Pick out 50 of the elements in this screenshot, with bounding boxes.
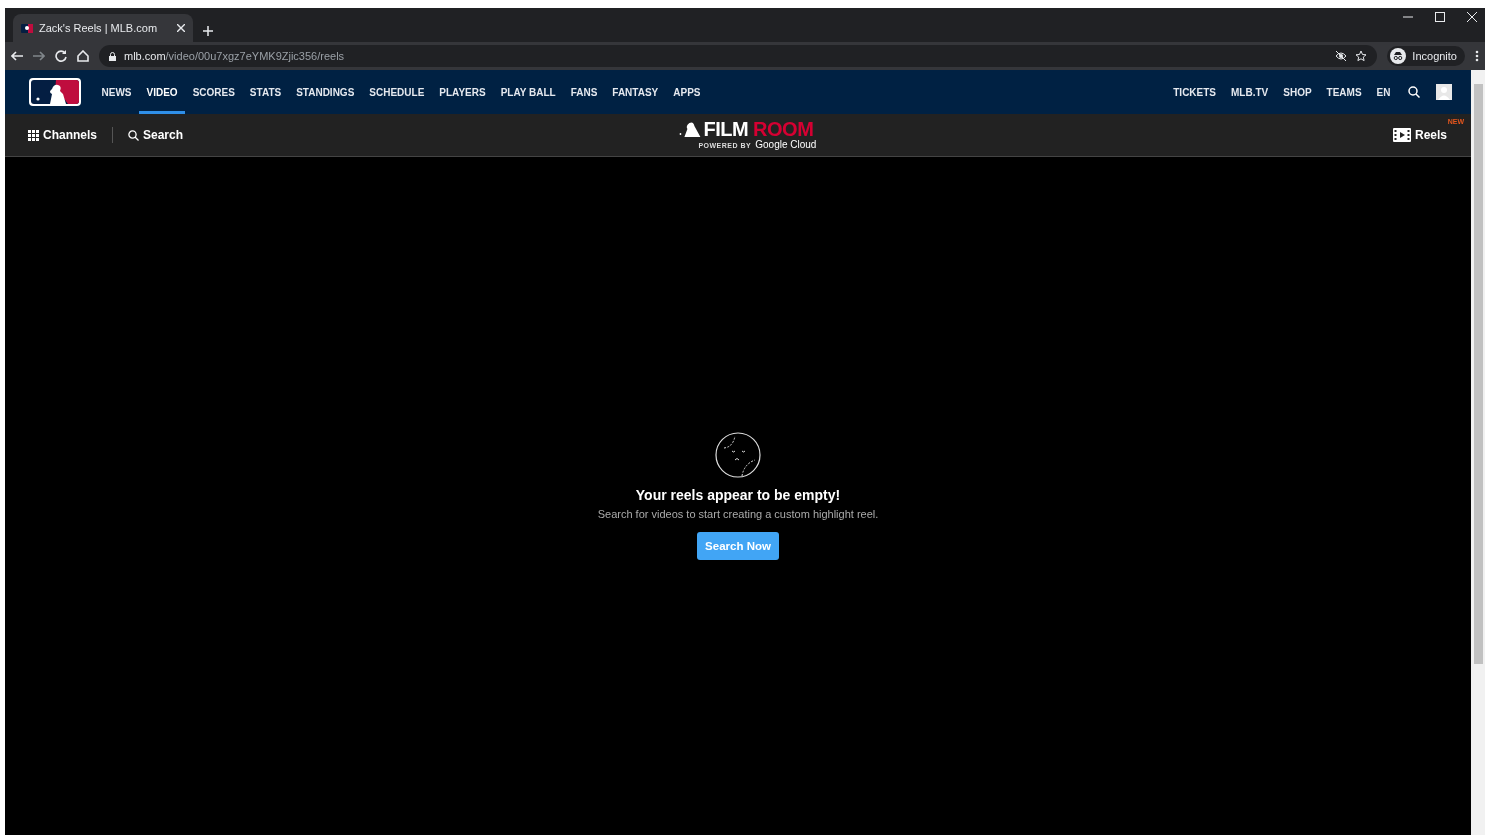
film-icon [1392, 128, 1411, 142]
empty-message: Search for videos to start creating a custom highlight reel. [597, 508, 879, 520]
new-tab-icon[interactable] [203, 26, 213, 36]
close-icon[interactable] [177, 24, 185, 32]
nav-tab[interactable]: SCORES [185, 70, 243, 114]
address-bar[interactable]: mlb.com/video/00u7xgz7eYMK9Zjic356/reels [99, 45, 1378, 67]
cloud-text: Google Cloud [755, 139, 817, 150]
star-icon[interactable] [1355, 50, 1368, 62]
channels-button[interactable]: Channels [28, 128, 97, 142]
nav-tab[interactable]: SCHEDULE [361, 70, 432, 114]
nav-tab[interactable]: FANTASY [604, 70, 666, 114]
close-icon[interactable] [1467, 12, 1477, 22]
url-domain: mlb.com [124, 50, 166, 62]
profile-label: Incognito [1412, 50, 1457, 62]
nav-link[interactable]: TICKETS [1165, 70, 1224, 114]
grid-icon [28, 129, 39, 141]
nav-tab[interactable]: PLAYERS [431, 70, 494, 114]
incognito-icon [1390, 48, 1407, 64]
sad-baseball-icon [715, 432, 761, 478]
site-favicon [21, 23, 33, 33]
nav-link[interactable]: MLB.TV [1223, 70, 1276, 114]
nav-tab[interactable]: STATS [242, 70, 289, 114]
nav-tab[interactable]: FANS [563, 70, 605, 114]
nav-link[interactable]: EN [1369, 70, 1398, 114]
menu-icon[interactable] [1475, 50, 1479, 62]
search-icon [128, 129, 139, 141]
search-button[interactable]: Search [128, 128, 184, 142]
home-icon[interactable] [77, 50, 89, 62]
batter-icon [679, 121, 702, 137]
nav-tab[interactable]: PLAY BALL [493, 70, 564, 114]
nav-link[interactable]: SHOP [1275, 70, 1320, 114]
reload-icon[interactable] [55, 50, 67, 62]
nav-link[interactable]: TEAMS [1319, 70, 1370, 114]
lock-icon [109, 51, 116, 61]
scrollbar[interactable] [1471, 70, 1485, 835]
profile-button[interactable]: Incognito [1387, 46, 1465, 66]
nav-tab[interactable]: APPS [665, 70, 708, 114]
logo-text: ROOM [753, 119, 814, 139]
back-arrow-icon[interactable] [11, 51, 23, 61]
maximize-icon[interactable] [1435, 12, 1445, 22]
browser-tab[interactable]: Zack's Reels | MLB.com [13, 14, 193, 42]
tab-title: Zack's Reels | MLB.com [39, 22, 159, 34]
nav-tab[interactable]: NEWS [94, 70, 139, 114]
url-path: /video/00u7xgz7eYMK9Zjic356/reels [165, 50, 345, 62]
logo-text: FILM [703, 119, 749, 139]
empty-title: Your reels appear to be empty! [635, 487, 841, 503]
search-icon[interactable] [1408, 86, 1420, 98]
eye-slash-icon[interactable] [1335, 51, 1348, 61]
forward-arrow-icon [33, 51, 45, 61]
nav-tab[interactable]: STANDINGS [288, 70, 362, 114]
